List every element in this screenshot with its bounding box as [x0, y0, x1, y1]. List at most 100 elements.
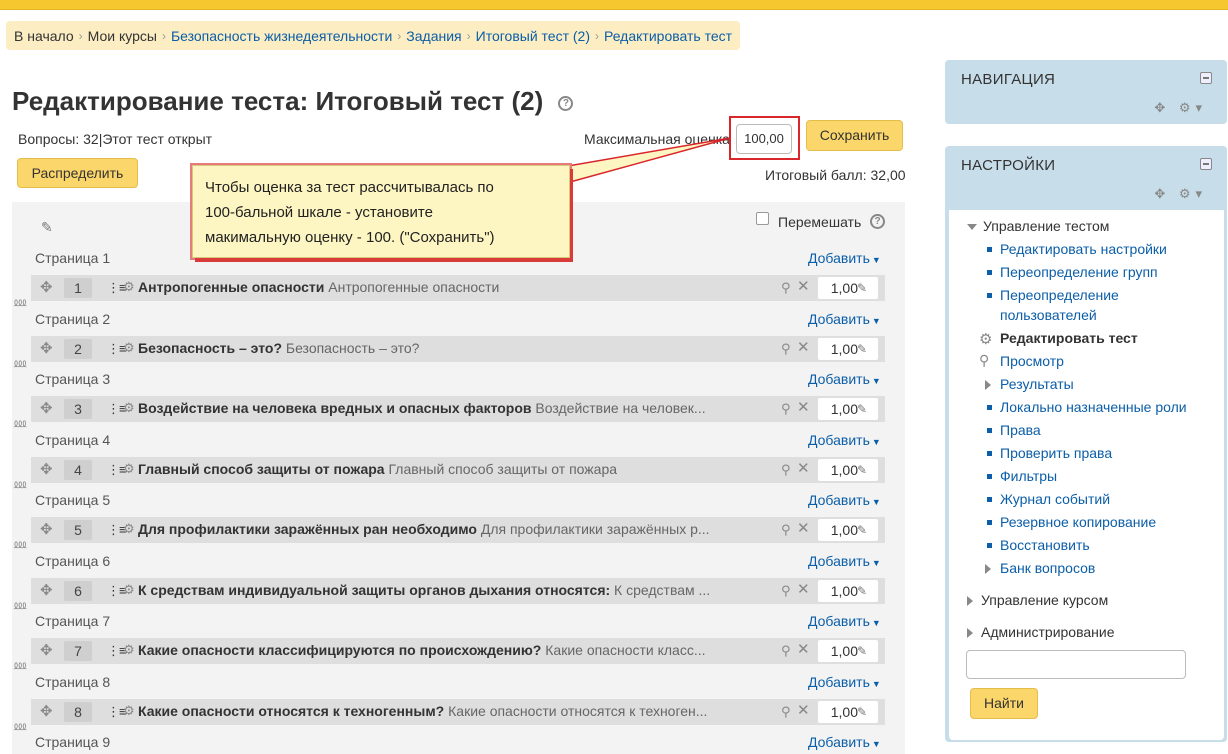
- page-split-icon[interactable]: ⅏: [14, 478, 26, 490]
- preview-icon[interactable]: ⚲: [781, 583, 791, 599]
- gear-icon[interactable]: ⚙: [123, 521, 135, 537]
- page-split-icon[interactable]: ⅏: [14, 599, 26, 611]
- sidebar-item-backup[interactable]: Резервное копирование: [1000, 514, 1156, 530]
- edit-mark-icon[interactable]: ✎: [857, 583, 867, 599]
- sidebar-item-edit-settings[interactable]: Редактировать настройки: [1000, 241, 1167, 257]
- question-title[interactable]: Какие опасности классифицируются по прои…: [138, 642, 710, 659]
- delete-icon[interactable]: ✕: [797, 642, 810, 658]
- move-icon[interactable]: ✥: [40, 462, 53, 478]
- sidebar-item-permissions[interactable]: Права: [1000, 422, 1041, 438]
- dock-icon[interactable]: [1200, 158, 1212, 170]
- edit-mark-icon[interactable]: ✎: [857, 643, 867, 659]
- move-icon[interactable]: ✥: [40, 643, 53, 659]
- save-button[interactable]: Сохранить: [806, 120, 903, 151]
- question-title[interactable]: Безопасность – это? Безопасность – это?: [138, 340, 710, 357]
- quiz-admin-node[interactable]: Управление тестом: [967, 218, 1109, 234]
- help-icon[interactable]: ?: [870, 214, 885, 229]
- edit-mark-icon[interactable]: ✎: [857, 462, 867, 478]
- question-title[interactable]: К средствам индивидуальной защиты органо…: [138, 582, 710, 599]
- add-menu-link[interactable]: Добавить ▼: [808, 311, 881, 327]
- delete-icon[interactable]: ✕: [797, 279, 810, 295]
- delete-icon[interactable]: ✕: [797, 703, 810, 719]
- preview-icon[interactable]: ⚲: [781, 280, 791, 296]
- sidebar-item-user-overrides-cont[interactable]: пользователей: [1000, 307, 1097, 323]
- breadcrumb-assignments[interactable]: Задания: [406, 28, 461, 44]
- page-split-icon[interactable]: ⅏: [14, 357, 26, 369]
- sidebar-item-question-bank[interactable]: Банк вопросов: [1000, 560, 1095, 576]
- move-icon[interactable]: ✥: [40, 341, 53, 357]
- settings-menu-icon[interactable]: ✥ ⚙▾: [1154, 186, 1207, 202]
- sidebar-item-local-roles[interactable]: Локально назначенные роли: [1000, 399, 1187, 415]
- move-icon[interactable]: ✥: [40, 401, 53, 417]
- shuffle-checkbox[interactable]: [756, 212, 769, 225]
- sidebar-item-user-overrides[interactable]: Переопределение: [1000, 287, 1119, 303]
- admin-search-input[interactable]: [966, 650, 1186, 679]
- move-icon[interactable]: ✥: [40, 522, 53, 538]
- preview-icon[interactable]: ⚲: [781, 341, 791, 357]
- preview-icon[interactable]: ⚲: [781, 522, 791, 538]
- sidebar-item-group-overrides[interactable]: Переопределение групп: [1000, 264, 1158, 280]
- move-icon[interactable]: ✥: [40, 280, 53, 296]
- page-split-icon[interactable]: ⅏: [14, 296, 26, 308]
- preview-icon[interactable]: ⚲: [781, 704, 791, 720]
- gear-icon[interactable]: ⚙: [123, 461, 135, 477]
- sidebar-item-logs[interactable]: Журнал событий: [1000, 491, 1110, 507]
- distribute-button[interactable]: Распределить: [17, 158, 138, 188]
- gear-icon[interactable]: ⚙: [123, 642, 135, 658]
- add-menu-link[interactable]: Добавить ▼: [808, 250, 881, 266]
- edit-mark-icon[interactable]: ✎: [857, 704, 867, 720]
- max-grade-input[interactable]: 100,00: [736, 124, 792, 154]
- gear-icon[interactable]: ⚙: [123, 400, 135, 416]
- preview-icon[interactable]: ⚲: [781, 643, 791, 659]
- sidebar-item-check-permissions[interactable]: Проверить права: [1000, 445, 1112, 461]
- add-menu-link[interactable]: Добавить ▼: [808, 553, 881, 569]
- breadcrumb-course[interactable]: Безопасность жизнедеятельности: [171, 28, 392, 44]
- add-menu-link[interactable]: Добавить ▼: [808, 371, 881, 387]
- delete-icon[interactable]: ✕: [797, 461, 810, 477]
- add-menu-link[interactable]: Добавить ▼: [808, 432, 881, 448]
- sidebar-item-filters[interactable]: Фильтры: [1000, 468, 1057, 484]
- question-title[interactable]: Воздействие на человека вредных и опасны…: [138, 400, 710, 417]
- question-title[interactable]: Какие опасности относятся к техногенным?…: [138, 703, 710, 720]
- edit-mark-icon[interactable]: ✎: [857, 401, 867, 417]
- delete-icon[interactable]: ✕: [797, 400, 810, 416]
- page-split-icon[interactable]: ⅏: [14, 720, 26, 732]
- breadcrumb-edit-quiz[interactable]: Редактировать тест: [604, 28, 732, 44]
- course-admin-node[interactable]: Управление курсом: [967, 592, 1108, 608]
- question-title[interactable]: Для профилактики заражённых ран необходи…: [138, 521, 710, 538]
- edit-mark-icon[interactable]: ✎: [857, 522, 867, 538]
- preview-icon[interactable]: ⚲: [781, 401, 791, 417]
- add-menu-link[interactable]: Добавить ▼: [808, 613, 881, 629]
- gear-icon[interactable]: ⚙: [123, 340, 135, 356]
- question-title[interactable]: Главный способ защиты от пожара Главный …: [138, 461, 710, 478]
- add-menu-link[interactable]: Добавить ▼: [808, 492, 881, 508]
- move-icon[interactable]: ✥: [40, 704, 53, 720]
- dock-icon[interactable]: [1200, 72, 1212, 84]
- preview-icon[interactable]: ⚲: [781, 462, 791, 478]
- add-menu-link[interactable]: Добавить ▼: [808, 734, 881, 750]
- move-icon[interactable]: ✥: [40, 583, 53, 599]
- sidebar-item-results[interactable]: Результаты: [1000, 376, 1074, 392]
- gear-icon[interactable]: ⚙: [123, 279, 135, 295]
- sidebar-item-restore[interactable]: Восстановить: [1000, 537, 1090, 553]
- add-menu-link[interactable]: Добавить ▼: [808, 674, 881, 690]
- delete-icon[interactable]: ✕: [797, 521, 810, 537]
- edit-mark-icon[interactable]: ✎: [857, 341, 867, 357]
- breadcrumb-quiz[interactable]: Итоговый тест (2): [476, 28, 590, 44]
- sidebar-item-preview[interactable]: Просмотр: [1000, 353, 1064, 369]
- page-split-icon[interactable]: ⅏: [14, 417, 26, 429]
- sidebar-item-edit-quiz[interactable]: Редактировать тест: [1000, 330, 1138, 346]
- help-icon[interactable]: ?: [558, 95, 574, 111]
- find-button[interactable]: Найти: [970, 688, 1038, 719]
- breadcrumb-home[interactable]: В начало: [14, 28, 74, 44]
- delete-icon[interactable]: ✕: [797, 340, 810, 356]
- page-split-icon[interactable]: ⅏: [14, 538, 26, 550]
- gear-icon[interactable]: ⚙: [123, 703, 135, 719]
- breadcrumb-my-courses[interactable]: Мои курсы: [88, 28, 157, 44]
- gear-icon[interactable]: ⚙: [123, 582, 135, 598]
- page-split-icon[interactable]: ⅏: [14, 659, 26, 671]
- settings-menu-icon[interactable]: ✥ ⚙▾: [1154, 100, 1207, 116]
- pencil-icon[interactable]: ✎: [41, 219, 55, 235]
- question-title[interactable]: Антропогенные опасности Антропогенные оп…: [138, 279, 710, 296]
- edit-mark-icon[interactable]: ✎: [857, 280, 867, 296]
